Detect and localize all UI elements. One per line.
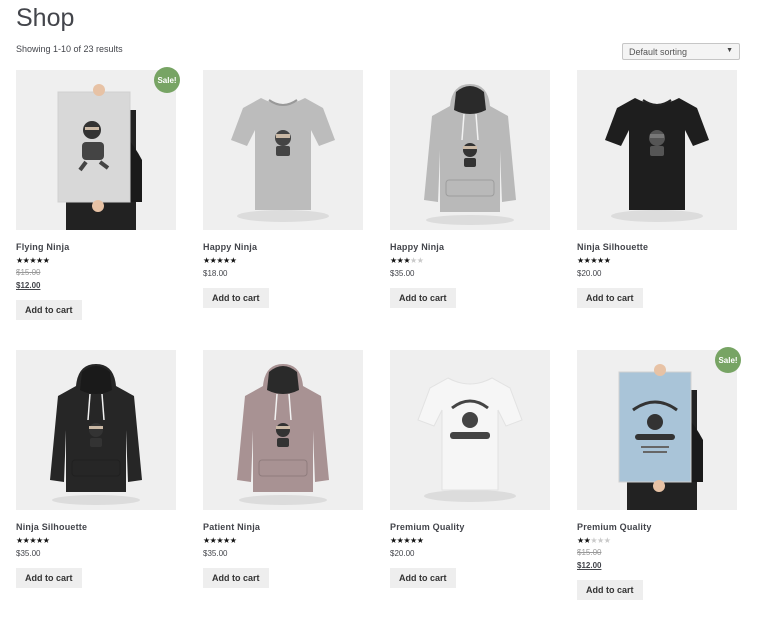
star-icon: ★ (223, 256, 230, 265)
regular-price: $15.00 (577, 548, 602, 557)
product-price: $20.00 (577, 269, 602, 278)
product-price: $35.00 (16, 549, 41, 558)
star-icon: ★ (577, 536, 584, 545)
product-card: Sale! Premium Quality ★★★★★ $15.00 $12.0… (577, 347, 741, 610)
star-icon: ★ (16, 256, 23, 265)
star-icon: ★ (403, 536, 411, 545)
product-price: $12.00 (577, 561, 602, 570)
product-price: $35.00 (390, 269, 415, 278)
result-count: Showing 1-10 of 23 results (16, 44, 123, 54)
product-card: Patient Ninja ★★★★★ $35.00 Add to cart (203, 350, 363, 610)
add-to-cart-button[interactable]: Add to cart (16, 300, 82, 320)
product-card: Happy Ninja ★★★★★ $18.00 Add to cart (203, 70, 363, 350)
product-card: Sale! Flying Ninja ★★★★★ $15.00 $12.00 A… (16, 67, 180, 350)
product-image[interactable] (16, 70, 176, 230)
product-image[interactable] (203, 70, 363, 230)
star-icon: ★ (597, 536, 604, 545)
star-rating: ★★★★★ (16, 256, 176, 266)
product-image[interactable] (390, 350, 550, 510)
product-image[interactable] (577, 70, 737, 230)
star-icon: ★ (590, 536, 598, 545)
star-icon: ★ (29, 256, 37, 265)
star-icon: ★ (390, 536, 397, 545)
star-icon: ★ (416, 536, 424, 545)
product-title[interactable]: Ninja Silhouette (16, 522, 176, 532)
product-price: $12.00 (16, 281, 41, 290)
star-icon: ★ (410, 536, 417, 545)
product-title[interactable]: Flying Ninja (16, 242, 176, 252)
add-to-cart-button[interactable]: Add to cart (577, 580, 643, 600)
add-to-cart-button[interactable]: Add to cart (203, 568, 269, 588)
regular-price: $15.00 (16, 268, 41, 277)
product-card: Happy Ninja ★★★★★ $35.00 Add to cart (390, 70, 550, 350)
star-icon: ★ (216, 256, 224, 265)
star-rating: ★★★★★ (203, 256, 363, 266)
star-rating: ★★★★★ (577, 256, 737, 266)
star-icon: ★ (416, 256, 424, 265)
star-icon: ★ (203, 536, 210, 545)
star-rating: ★★★★★ (16, 536, 176, 546)
product-price: $18.00 (203, 269, 228, 278)
page-title: Shop (16, 4, 75, 32)
product-image[interactable] (16, 350, 176, 510)
add-to-cart-button[interactable]: Add to cart (390, 288, 456, 308)
star-rating: ★★★★★ (577, 536, 737, 546)
star-icon: ★ (203, 256, 210, 265)
star-icon: ★ (16, 536, 23, 545)
product-title[interactable]: Ninja Silhouette (577, 242, 737, 252)
add-to-cart-button[interactable]: Add to cart (16, 568, 82, 588)
product-title[interactable]: Premium Quality (577, 522, 737, 532)
star-icon: ★ (29, 536, 37, 545)
add-to-cart-button[interactable]: Add to cart (577, 288, 643, 308)
product-price: $35.00 (203, 549, 228, 558)
star-icon: ★ (590, 256, 598, 265)
star-icon: ★ (42, 256, 50, 265)
sorting-selected-value: Default sorting (629, 47, 688, 57)
product-image[interactable] (390, 70, 550, 230)
product-title[interactable]: Happy Ninja (390, 242, 550, 252)
star-icon: ★ (597, 256, 604, 265)
star-icon: ★ (577, 256, 584, 265)
add-to-cart-button[interactable]: Add to cart (203, 288, 269, 308)
add-to-cart-button[interactable]: Add to cart (390, 568, 456, 588)
product-grid: Sale! Flying Ninja ★★★★★ $15.00 $12.00 A… (16, 67, 756, 610)
star-icon: ★ (229, 256, 237, 265)
star-icon: ★ (216, 536, 224, 545)
star-icon: ★ (42, 536, 50, 545)
star-icon: ★ (390, 256, 397, 265)
star-icon: ★ (223, 536, 230, 545)
product-title[interactable]: Premium Quality (390, 522, 550, 532)
star-icon: ★ (229, 536, 237, 545)
product-card: Ninja Silhouette ★★★★★ $35.00 Add to car… (16, 350, 176, 610)
star-icon: ★ (403, 256, 411, 265)
star-icon: ★ (36, 256, 43, 265)
sorting-select[interactable]: Default sorting ▼ (622, 43, 740, 60)
star-rating: ★★★★★ (390, 256, 550, 266)
product-card: Ninja Silhouette ★★★★★ $20.00 Add to car… (577, 70, 737, 350)
product-price: $20.00 (390, 549, 415, 558)
product-title[interactable]: Happy Ninja (203, 242, 363, 252)
chevron-down-icon: ▼ (726, 47, 733, 54)
star-rating: ★★★★★ (390, 536, 550, 546)
star-icon: ★ (603, 536, 611, 545)
star-icon: ★ (603, 256, 611, 265)
sale-badge: Sale! (154, 67, 180, 93)
product-title[interactable]: Patient Ninja (203, 522, 363, 532)
product-image[interactable] (577, 350, 737, 510)
star-icon: ★ (36, 536, 43, 545)
star-rating: ★★★★★ (203, 536, 363, 546)
product-card: Premium Quality ★★★★★ $20.00 Add to cart (390, 350, 550, 610)
product-image[interactable] (203, 350, 363, 510)
sale-badge: Sale! (715, 347, 741, 373)
star-icon: ★ (410, 256, 417, 265)
